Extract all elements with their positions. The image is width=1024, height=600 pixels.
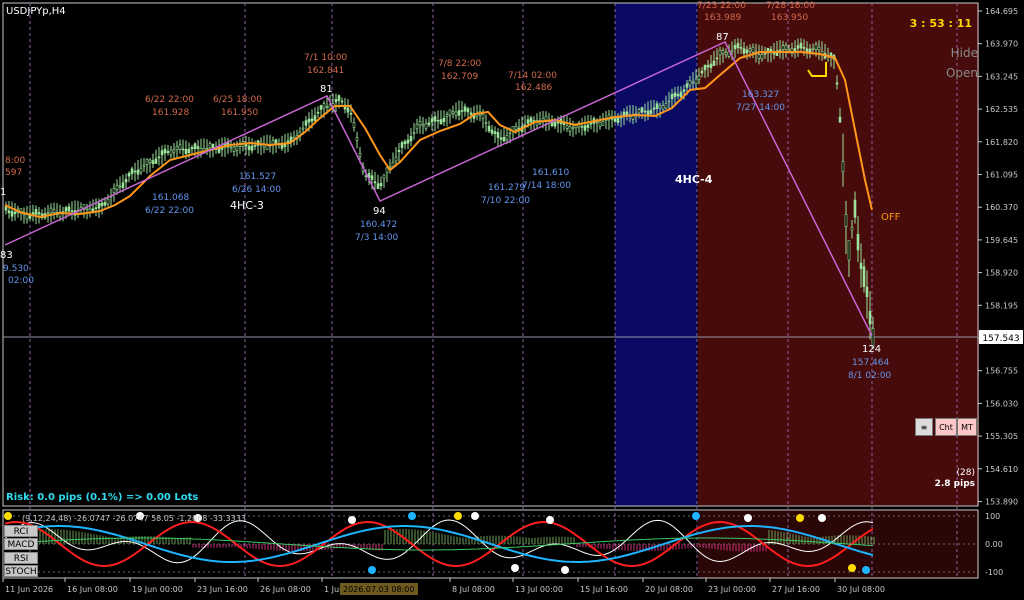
price-axis-label: 153.890 — [985, 498, 1018, 507]
annotation-text: 7/28 18:00 — [766, 1, 815, 11]
annotation-text: 7/14 18:00 — [522, 181, 571, 191]
annotation-text: 7/14 02:00 — [508, 71, 557, 81]
osc-axis-label: -100 — [985, 568, 1003, 577]
time-axis-label: 1 Jul — [324, 585, 341, 594]
annotation-text: 160.472 — [360, 220, 397, 230]
price-axis-label: 162.535 — [985, 105, 1018, 114]
annotation-text: 597 — [5, 168, 22, 178]
annotation-text: 162.486 — [515, 83, 552, 93]
annotation-text: 161.527 — [239, 172, 276, 182]
time-axis-label: 23 Jun 16:00 — [197, 585, 248, 594]
osc-axis-label: 0.00 — [985, 540, 1003, 549]
wave-label-124: 124 — [862, 344, 881, 355]
time-axis-label: 30 Jul 08:00 — [837, 585, 885, 594]
annotation-text: 7/8 22:00 — [438, 59, 482, 69]
annotation-text: 6/22 22:00 — [145, 206, 194, 216]
annotation-text: 9.530 — [3, 264, 29, 274]
annotation-text: 8:00 — [5, 156, 25, 166]
tab-rsi[interactable]: RSI — [4, 552, 38, 564]
price-axis-label: 155.305 — [985, 432, 1018, 441]
current-price-value: 157.543 — [982, 334, 1019, 344]
wave-label-94: 94 — [373, 206, 386, 217]
wave-label-87: 87 — [716, 32, 729, 43]
annotation-text: 157.464 — [852, 358, 889, 368]
hide-label[interactable]: Hide — [951, 46, 978, 60]
time-axis-label: 26 Jun 08:00 — [260, 585, 311, 594]
pips-info: 2.8 pips — [935, 479, 975, 489]
annotation-text: 6/22 22:00 — [145, 95, 194, 105]
price-axis: 164.695 163.970 163.245 162.535 161.820 161.0… — [978, 7, 1018, 507]
off-label: OFF — [881, 212, 901, 223]
osc-axis-label: 100 — [985, 512, 1000, 521]
annotation-text: 02:00 — [8, 276, 34, 286]
annotation-text: 162.841 — [307, 66, 344, 76]
wave-label-1: 1 — [0, 187, 6, 198]
time-axis-label: 20 Jul 08:00 — [645, 585, 693, 594]
price-axis-label: 158.195 — [985, 301, 1018, 310]
tab-macd[interactable]: MACD — [4, 538, 38, 550]
time-axis-label: 19 Jun 00:00 — [132, 585, 183, 594]
price-axis-label: 156.755 — [985, 367, 1018, 376]
price-axis-label: 161.095 — [985, 171, 1018, 180]
open-label[interactable]: Open — [946, 66, 978, 80]
annotation-text: 7/3 14:00 — [355, 233, 399, 243]
annotation-text: 162.709 — [441, 72, 478, 82]
indicator-header: (9,12,24,48) -26.0747 -26.0747 58.05 -1.… — [22, 514, 246, 523]
price-axis-label: 161.820 — [985, 138, 1018, 147]
price-axis-label: 163.970 — [985, 40, 1018, 49]
symbol-title: USDJPYp,H4 — [6, 6, 66, 17]
time-axis-highlight: 2026.07.03 08:00 — [343, 585, 414, 594]
count-info: (28) — [957, 468, 975, 478]
annotation-text: 7/23 22:00 — [697, 1, 746, 11]
cht-button[interactable]: Cht — [935, 418, 957, 436]
annotation-text: 161.279 — [488, 183, 525, 193]
tab-rci[interactable]: RCI — [4, 525, 38, 537]
price-axis-label: 159.645 — [985, 236, 1018, 245]
time-axis: 11 Jun 2026 16 Jun 08:00 19 Jun 00:00 23 Ju… — [2, 578, 885, 595]
wave-group-4hc4: 4HC-4 — [675, 173, 713, 186]
annotation-text: 6/25 18:00 — [213, 95, 262, 105]
price-axis-label: 158.920 — [985, 269, 1018, 278]
price-axis-label: 156.030 — [985, 399, 1018, 408]
mt-button[interactable]: MT — [957, 418, 977, 436]
wave-group-4hc3: 4HC-3 — [230, 199, 264, 212]
price-axis-label: 160.370 — [985, 203, 1018, 212]
annotation-text: 163.989 — [704, 13, 741, 23]
annotation-text: 161.610 — [532, 168, 569, 178]
annotation-text: 163.950 — [771, 13, 808, 23]
list-icon: ≡ — [920, 423, 928, 432]
annotation-text: 6/26 14:00 — [232, 185, 281, 195]
blue-zone — [615, 3, 697, 506]
annotation-text: 8/1 02:00 — [848, 371, 892, 381]
annotation-text: 161.928 — [152, 108, 189, 118]
wave-label-83: 83 — [0, 250, 13, 261]
time-axis-label: 13 Jul 00:00 — [515, 585, 563, 594]
time-axis-label: 15 Jul 16:00 — [580, 585, 628, 594]
annotation-text: 7/27 14:00 — [736, 103, 785, 113]
annotation-text: 161.950 — [221, 108, 258, 118]
annotation-text: 7/1 10:00 — [304, 53, 348, 63]
annotation-text: 163.327 — [742, 90, 779, 100]
time-axis-label: 23 Jul 00:00 — [708, 585, 756, 594]
wave-label-81: 81 — [320, 84, 333, 95]
annotation-text: 161.068 — [152, 193, 189, 203]
chart-canvas[interactable]: 164.695 163.970 163.245 162.535 161.820 161.0… — [0, 0, 1024, 600]
time-axis-label: 8 Jul 08:00 — [452, 585, 495, 594]
annotation-text: 7/10 22:00 — [481, 196, 530, 206]
price-axis-label: 154.610 — [985, 465, 1018, 474]
price-axis-label: 164.695 — [985, 7, 1018, 16]
time-axis-label: 11 Jun 2026 — [5, 585, 53, 594]
time-axis-label: 16 Jun 08:00 — [67, 585, 118, 594]
price-axis-label: 163.245 — [985, 72, 1018, 81]
list-button[interactable]: ≡ — [915, 418, 933, 436]
countdown-timer: 3 : 53 : 11 — [910, 17, 972, 30]
tab-stoch[interactable]: STOCH — [4, 565, 38, 577]
risk-info: Risk: 0.0 pips (0.1%) => 0.00 Lots — [6, 492, 198, 503]
time-axis-label: 27 Jul 16:00 — [772, 585, 820, 594]
